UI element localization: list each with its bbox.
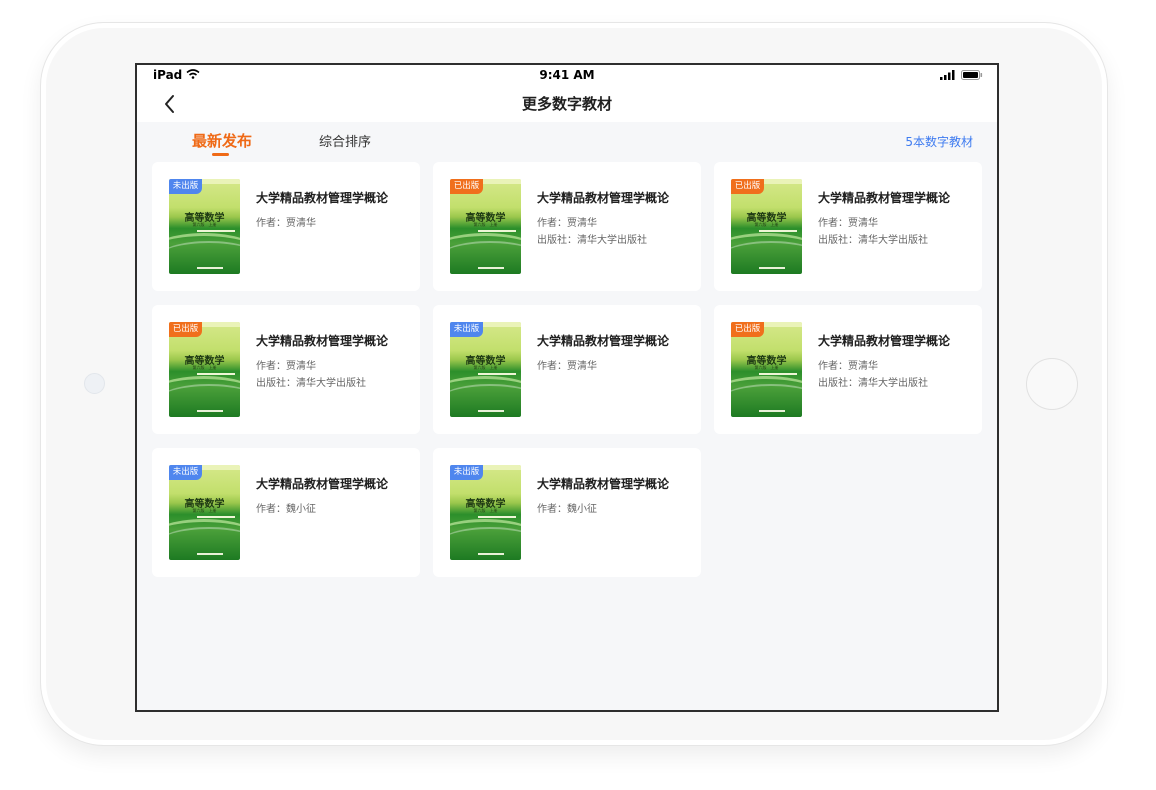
book-author: 作者：贾清华: [537, 218, 597, 229]
active-tab-indicator: [212, 153, 229, 156]
book-cover-image: 高等数学 第六版 上册 已出版: [450, 179, 521, 274]
status-time: 9:41 AM: [539, 68, 595, 82]
book-author: 作者：贾清华: [818, 218, 878, 229]
cover-edition: 第六版 上册: [473, 222, 498, 227]
tab-bar: 最新发布 综合排序 5本数字教材: [137, 122, 997, 158]
book-cover-image: 高等数学 第六版 上册 已出版: [731, 179, 802, 274]
navigation-bar: 更多数字教材: [137, 85, 997, 122]
cover-edition: 第六版 上册: [473, 365, 498, 370]
book-author: 作者：贾清华: [256, 361, 316, 372]
status-badge: 未出版: [169, 179, 202, 194]
cover-edition: 第六版 上册: [192, 365, 217, 370]
status-badge: 已出版: [450, 179, 483, 194]
book-card[interactable]: 高等数学 第六版 上册 未出版 大学精品教材管理学概论 作者：魏小征: [433, 448, 701, 577]
book-publisher: 出版社：清华大学出版社: [818, 235, 928, 246]
book-card[interactable]: 高等数学 第六版 上册 已出版 大学精品教材管理学概论 作者：贾清华 出版社：清…: [714, 305, 982, 434]
book-cover-image: 高等数学 第六版 上册 未出版: [450, 465, 521, 560]
book-publisher: 出版社：清华大学出版社: [256, 378, 366, 389]
home-button[interactable]: [1026, 358, 1078, 410]
book-author: 作者：贾清华: [537, 361, 597, 372]
cover-edition: 第六版 上册: [192, 508, 217, 513]
status-badge: 已出版: [731, 179, 764, 194]
signal-icon: [940, 69, 955, 83]
cover-edition: 第六版 上册: [754, 365, 779, 370]
book-title: 大学精品教材管理学概论: [256, 477, 389, 491]
book-cover-image: 高等数学 第六版 上册 已出版: [169, 322, 240, 417]
book-card[interactable]: 高等数学 第六版 上册 已出版 大学精品教材管理学概论 作者：贾清华 出版社：清…: [152, 305, 420, 434]
book-card[interactable]: 高等数学 第六版 上册 已出版 大学精品教材管理学概论 作者：贾清华 出版社：清…: [433, 162, 701, 291]
status-badge: 未出版: [169, 465, 202, 480]
book-card[interactable]: 高等数学 第六版 上册 未出版 大学精品教材管理学概论 作者：魏小征: [152, 448, 420, 577]
book-cover-image: 高等数学 第六版 上册 未出版: [169, 179, 240, 274]
book-title: 大学精品教材管理学概论: [818, 191, 951, 205]
status-badge: 已出版: [731, 322, 764, 337]
cover-edition: 第六版 上册: [754, 222, 779, 227]
book-cover-image: 高等数学 第六版 上册 已出版: [731, 322, 802, 417]
cover-edition: 第六版 上册: [192, 222, 217, 227]
status-badge: 未出版: [450, 322, 483, 337]
status-right: [940, 69, 983, 83]
book-card[interactable]: 高等数学 第六版 上册 未出版 大学精品教材管理学概论 作者：贾清华: [433, 305, 701, 434]
book-title: 大学精品教材管理学概论: [256, 334, 389, 348]
book-cover-image: 高等数学 第六版 上册 未出版: [450, 322, 521, 417]
book-author: 作者：贾清华: [256, 218, 316, 229]
status-badge: 已出版: [169, 322, 202, 337]
page-title: 更多数字教材: [521, 95, 612, 113]
front-camera: [84, 373, 105, 394]
book-cover-image: 高等数学 第六版 上册 未出版: [169, 465, 240, 560]
book-title: 大学精品教材管理学概论: [537, 191, 670, 205]
tab-overall-sort[interactable]: 综合排序: [319, 131, 371, 150]
screen: iPad 9:41 AM 更多数字教材 最新发布 综合排序 5本数字教材 高等数…: [135, 63, 999, 712]
book-author: 作者：魏小征: [256, 504, 316, 515]
battery-icon: [961, 69, 983, 83]
status-bar: iPad 9:41 AM: [137, 65, 997, 85]
book-card[interactable]: 高等数学 第六版 上册 未出版 大学精品教材管理学概论 作者：贾清华: [152, 162, 420, 291]
book-title: 大学精品教材管理学概论: [537, 334, 670, 348]
book-title: 大学精品教材管理学概论: [256, 191, 389, 205]
book-publisher: 出版社：清华大学出版社: [537, 235, 647, 246]
cover-edition: 第六版 上册: [473, 508, 498, 513]
book-card[interactable]: 高等数学 第六版 上册 已出版 大学精品教材管理学概论 作者：贾清华 出版社：清…: [714, 162, 982, 291]
book-author: 作者：魏小征: [537, 504, 597, 515]
textbook-count-link[interactable]: 5本数字教材: [905, 133, 973, 150]
book-title: 大学精品教材管理学概论: [537, 477, 670, 491]
status-badge: 未出版: [450, 465, 483, 480]
book-publisher: 出版社：清华大学出版社: [818, 378, 928, 389]
tab-latest[interactable]: 最新发布: [192, 130, 252, 151]
book-title: 大学精品教材管理学概论: [818, 334, 951, 348]
book-author: 作者：贾清华: [818, 361, 878, 372]
